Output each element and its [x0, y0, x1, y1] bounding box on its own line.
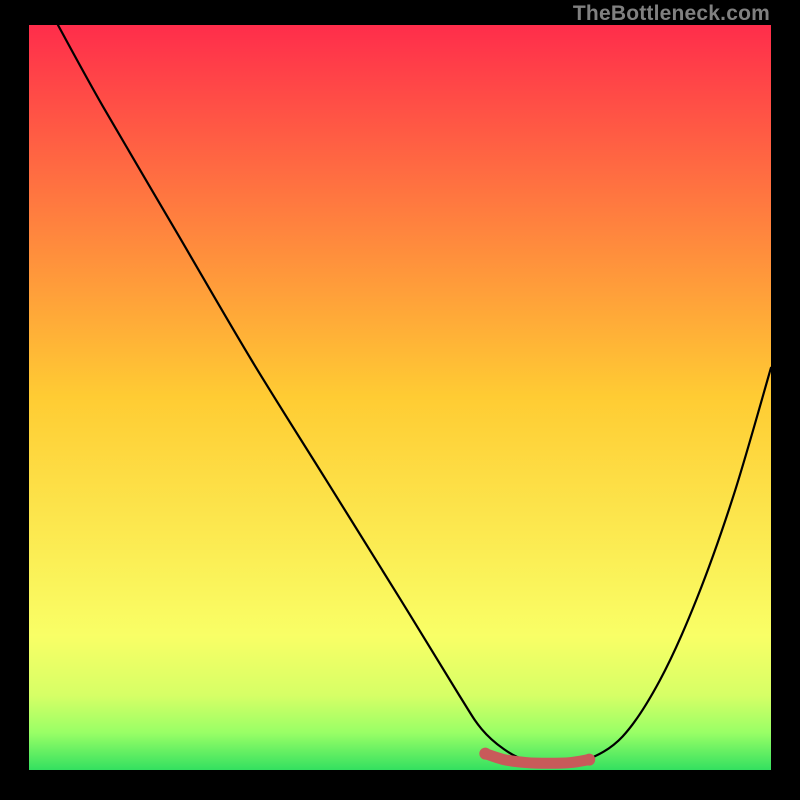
plot-background [29, 25, 771, 770]
bottleneck-chart [29, 25, 771, 770]
highlight-end-dot [583, 754, 595, 766]
watermark-text: TheBottleneck.com [573, 2, 770, 26]
highlight-start-dot [479, 748, 491, 760]
